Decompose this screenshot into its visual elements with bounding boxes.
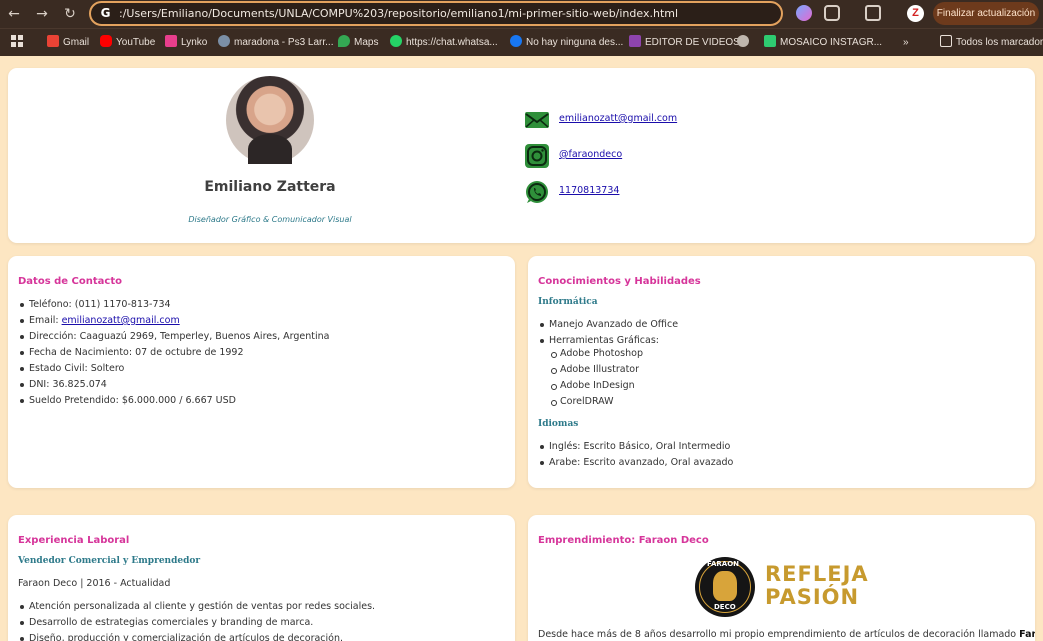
facebook-icon — [510, 35, 522, 47]
update-button[interactable]: Finalizar actualización — [933, 2, 1039, 25]
eyes-icon — [218, 35, 230, 47]
list-item: DNI: 36.825.074 — [18, 377, 329, 393]
more-bookmarks-icon[interactable]: » — [903, 35, 909, 51]
profile-photo — [226, 76, 314, 164]
venture-card: Emprendimiento: Faraon Deco FARAON DECO … — [528, 515, 1035, 641]
lynko-icon — [165, 35, 177, 47]
bookmark-facebook[interactable]: No hay ninguna des... — [510, 35, 623, 51]
profile-role: Diseñador Gráfico & Comunicador Visual — [188, 215, 352, 224]
maps-icon — [338, 35, 350, 47]
idiomas-list: Inglés: Escrito Básico, Oral Intermedio … — [538, 439, 733, 471]
list-item: CorelDRAW — [549, 394, 643, 410]
skills-card: Conocimientos y Habilidades Informática … — [528, 256, 1035, 488]
contact-data-list: Teléfono: (011) 1170-813-734 Email: emil… — [18, 297, 329, 409]
graphic-tools-list: Adobe Photoshop Adobe Illustrator Adobe … — [549, 346, 643, 410]
experience-title: Experiencia Laboral — [18, 535, 130, 546]
phone-link[interactable]: 1170813734 — [559, 185, 619, 196]
list-item: Sueldo Pretendido: $6.000.000 / 6.667 US… — [18, 393, 329, 409]
forward-icon[interactable]: → — [32, 4, 52, 24]
list-item: Adobe Photoshop — [549, 346, 643, 362]
skills-title: Conocimientos y Habilidades — [538, 276, 701, 287]
profile-avatar[interactable]: Z — [907, 5, 924, 22]
whatsapp-phone-icon — [526, 181, 548, 203]
bookmark-lynko[interactable]: Lynko — [165, 35, 207, 51]
list-item: Adobe Illustrator — [549, 362, 643, 378]
contact-email-link[interactable]: emilianozatt@gmail.com — [62, 315, 180, 326]
profile-header: Emiliano Zattera Diseñador Gráfico & Com… — [8, 68, 1035, 243]
list-item: Atención personalizada al cliente y gest… — [18, 599, 375, 615]
back-icon[interactable]: ← — [4, 4, 24, 24]
informatica-title: Informática — [538, 297, 598, 307]
idiomas-title: Idiomas — [538, 419, 579, 429]
bookmark-gmail[interactable]: Gmail — [47, 35, 89, 51]
list-item: Adobe InDesign — [549, 378, 643, 394]
folder-icon — [940, 35, 952, 47]
bookmark-maradona[interactable]: maradona - Ps3 Larr... — [218, 35, 334, 51]
list-item: Dirección: Caaguazú 2969, Temperley, Bue… — [18, 329, 329, 345]
bookmark-mosaico[interactable]: MOSAICO INSTAGR... — [764, 35, 882, 51]
list-item: Diseño, producción y comercialización de… — [18, 631, 375, 641]
address-bar[interactable]: G :/Users/Emiliano/Documents/UNLA/COMPU%… — [89, 1, 783, 26]
list-item: Manejo Avanzado de Office — [538, 317, 678, 333]
email-link[interactable]: emilianozatt@gmail.com — [559, 113, 677, 124]
youtube-icon — [100, 35, 112, 47]
mosaic-icon — [764, 35, 776, 47]
experience-card: Experiencia Laboral Vendedor Comercial y… — [8, 515, 515, 641]
url-text[interactable]: :/Users/Emiliano/Documents/UNLA/COMPU%20… — [119, 6, 678, 21]
experience-list: Atención personalizada al cliente y gest… — [18, 599, 375, 641]
job-meta: Faraon Deco | 2016 - Actualidad — [18, 578, 171, 589]
list-item: Arabe: Escrito avanzado, Oral avazado — [538, 455, 733, 471]
bookmark-youtube[interactable]: YouTube — [100, 35, 155, 51]
bookmark-editor[interactable]: EDITOR DE VIDEOS — [629, 35, 740, 51]
list-item: Desarrollo de estrategias comerciales y … — [18, 615, 375, 631]
logo-bottom-text: DECO — [714, 603, 736, 611]
google-icon: G — [100, 6, 111, 20]
bookmark-globe[interactable] — [737, 35, 753, 51]
bookmark-maps[interactable]: Maps — [338, 35, 378, 51]
extensions-icon[interactable] — [824, 5, 840, 21]
apps-grid-icon[interactable] — [11, 35, 23, 51]
list-item: Email: emilianozatt@gmail.com — [18, 313, 329, 329]
venture-title: Emprendimiento: Faraon Deco — [538, 535, 709, 546]
bookmark-all[interactable]: Todos los marcadores — [940, 35, 1043, 51]
contact-data-title: Datos de Contacto — [18, 276, 122, 287]
list-item: Estado Civil: Soltero — [18, 361, 329, 377]
informatica-list: Manejo Avanzado de Office Herramientas G… — [538, 317, 678, 349]
contact-data-card: Datos de Contacto Teléfono: (011) 1170-8… — [8, 256, 515, 488]
video-editor-icon — [629, 35, 641, 47]
list-item: Teléfono: (011) 1170-813-734 — [18, 297, 329, 313]
job-title: Vendedor Comercial y Emprendedor — [18, 556, 201, 566]
screenshot-icon[interactable] — [865, 5, 881, 21]
list-item: Inglés: Escrito Básico, Oral Intermedio — [538, 439, 733, 455]
email-icon — [525, 112, 549, 128]
list-item: Fecha de Nacimiento: 07 de octubre de 19… — [18, 345, 329, 361]
slogan-line-1: REFLEJA — [765, 562, 869, 586]
browser-toolbar: ← → ↻ G :/Users/Emiliano/Documents/UNLA/… — [0, 0, 1043, 28]
instagram-link[interactable]: @faraondeco — [559, 149, 622, 160]
profile-name: Emiliano Zattera — [204, 179, 336, 195]
reload-icon[interactable]: ↻ — [60, 4, 80, 24]
gmail-icon — [47, 35, 59, 47]
venture-description: Desde hace más de 8 años desarrollo mi p… — [538, 629, 1035, 640]
bookmarks-bar: Gmail YouTube Lynko maradona - Ps3 Larr.… — [0, 28, 1043, 56]
instagram-icon — [525, 144, 549, 168]
whatsapp-icon — [390, 35, 402, 47]
slogan-line-2: PASIÓN — [765, 585, 860, 609]
copilot-icon[interactable] — [796, 5, 812, 21]
logo-top-text: FARAON — [707, 560, 740, 568]
bookmark-whatsapp[interactable]: https://chat.whatsa... — [390, 35, 498, 51]
globe-icon — [737, 35, 749, 47]
